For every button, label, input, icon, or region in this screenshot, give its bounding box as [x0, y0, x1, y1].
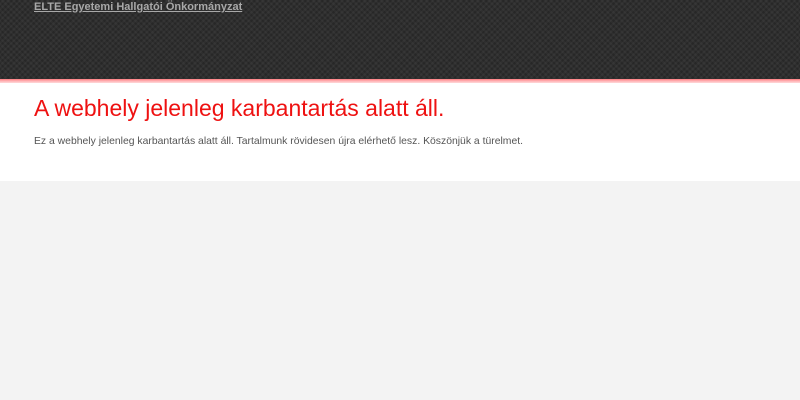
empty-page-area [0, 181, 800, 400]
maintenance-message: Ez a webhely jelenleg karbantartás alatt… [34, 136, 524, 147]
page: ELTE Egyetemi Hallgatói Önkormányzat A w… [0, 0, 800, 400]
maintenance-content: A webhely jelenleg karbantartás alatt ál… [0, 83, 800, 181]
site-header: ELTE Egyetemi Hallgatói Önkormányzat [0, 0, 800, 79]
maintenance-heading: A webhely jelenleg karbantartás alatt ál… [34, 95, 445, 121]
site-title-link[interactable]: ELTE Egyetemi Hallgatói Önkormányzat [34, 0, 242, 14]
